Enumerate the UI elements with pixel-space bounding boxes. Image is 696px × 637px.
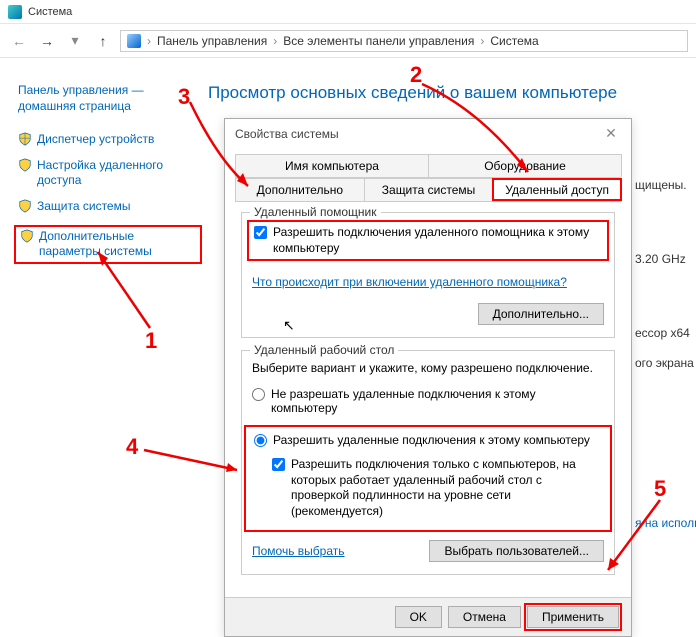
checkbox-input[interactable] [254,226,267,239]
sidebar-item-remote-settings[interactable]: Настройка удаленного доступа [18,158,198,189]
checkbox-input[interactable] [272,458,285,471]
explorer-navbar: ← → ▾ ↑ › Панель управления › Все элемен… [0,24,696,58]
chevron-right-icon: › [147,34,151,48]
monitor-icon [127,34,141,48]
close-icon[interactable]: ✕ [601,125,621,142]
sidebar-item-label: Диспетчер устройств [37,132,154,148]
cancel-button[interactable]: Отмена [448,606,521,628]
sidebar-item-label: Дополнительные параметры системы [39,229,196,260]
chevron-right-icon: › [480,34,484,48]
remote-assistance-help-link[interactable]: Что происходит при включении удаленного … [252,275,567,289]
nav-back-button[interactable]: ← [8,30,30,52]
system-icon [8,5,22,19]
sidebar-item-advanced-settings[interactable]: Дополнительные параметры системы [14,225,202,264]
sidebar-item-label: Защита системы [37,199,130,215]
ok-button[interactable]: OK [395,606,442,628]
tab-remote-access[interactable]: Удаленный доступ [492,178,622,201]
rd-help-choose-link[interactable]: Помочь выбрать [252,544,345,558]
radio-label: Разрешить удаленные подключения к этому … [273,433,590,447]
radio-input[interactable] [254,434,267,447]
breadcrumb[interactable]: › Панель управления › Все элементы панел… [120,30,688,52]
checkbox-label: Разрешить подключения удаленного помощни… [273,225,602,256]
chevron-right-icon: › [273,34,277,48]
nav-up-button[interactable]: ↑ [92,30,114,52]
remote-assistance-group: Удаленный помощник Разрешить подключения… [241,212,615,338]
nav-recent-button[interactable]: ▾ [64,30,86,52]
breadcrumb-item[interactable]: Все элементы панели управления [283,34,474,48]
window-titlebar: Система [0,0,696,24]
system-properties-dialog: Свойства системы ✕ Имя компьютера Оборуд… [224,118,632,637]
tab-advanced[interactable]: Дополнительно [235,178,365,201]
control-panel-home-link[interactable]: Панель управления — домашняя страница [18,83,198,114]
tab-hardware[interactable]: Оборудование [428,154,622,177]
window-title: Система [28,6,72,18]
allow-remote-assistance-checkbox[interactable]: Разрешить подключения удаленного помощни… [254,225,602,256]
shield-icon [18,132,32,146]
sidebar-item-system-protection[interactable]: Защита системы [18,199,198,215]
radio-label: Не разрешать удаленные подключения к это… [271,387,604,415]
background-info: щищены. 3.20 GHz ессор x64 ого экрана я … [635,170,696,538]
apply-button[interactable]: Применить [527,606,619,628]
shield-icon [20,229,34,243]
sidebar-item-device-manager[interactable]: Диспетчер устройств [18,132,198,148]
breadcrumb-item[interactable]: Система [490,34,538,48]
dialog-title: Свойства системы [235,127,339,141]
rd-radio-disallow[interactable]: Не разрешать удаленные подключения к это… [252,387,604,415]
rd-instruction-text: Выберите вариант и укажите, кому разреше… [252,361,604,375]
page-title: Просмотр основных сведений о вашем компь… [208,83,676,103]
breadcrumb-item[interactable]: Панель управления [157,34,267,48]
rd-radio-allow[interactable]: Разрешить удаленные подключения к этому … [254,433,602,447]
group-legend: Удаленный рабочий стол [250,343,398,357]
tab-computer-name[interactable]: Имя компьютера [235,154,429,177]
dialog-titlebar: Свойства системы ✕ [225,119,631,148]
sidebar: Панель управления — домашняя страница Ди… [0,58,208,603]
tab-system-protection[interactable]: Защита системы [364,178,494,201]
checkbox-label: Разрешить подключения только с компьютер… [291,457,602,519]
remote-assistance-advanced-button[interactable]: Дополнительно... [478,303,604,325]
group-legend: Удаленный помощник [250,205,381,219]
shield-icon [18,199,32,213]
rd-nla-checkbox[interactable]: Разрешить подключения только с компьютер… [272,457,602,519]
radio-input[interactable] [252,388,265,401]
shield-icon [18,158,32,172]
select-users-button[interactable]: Выбрать пользователей... [429,540,604,562]
sidebar-item-label: Настройка удаленного доступа [37,158,198,189]
remote-desktop-group: Удаленный рабочий стол Выберите вариант … [241,350,615,574]
dialog-footer: OK Отмена Применить [225,597,631,636]
nav-forward-button[interactable]: → [36,30,58,52]
